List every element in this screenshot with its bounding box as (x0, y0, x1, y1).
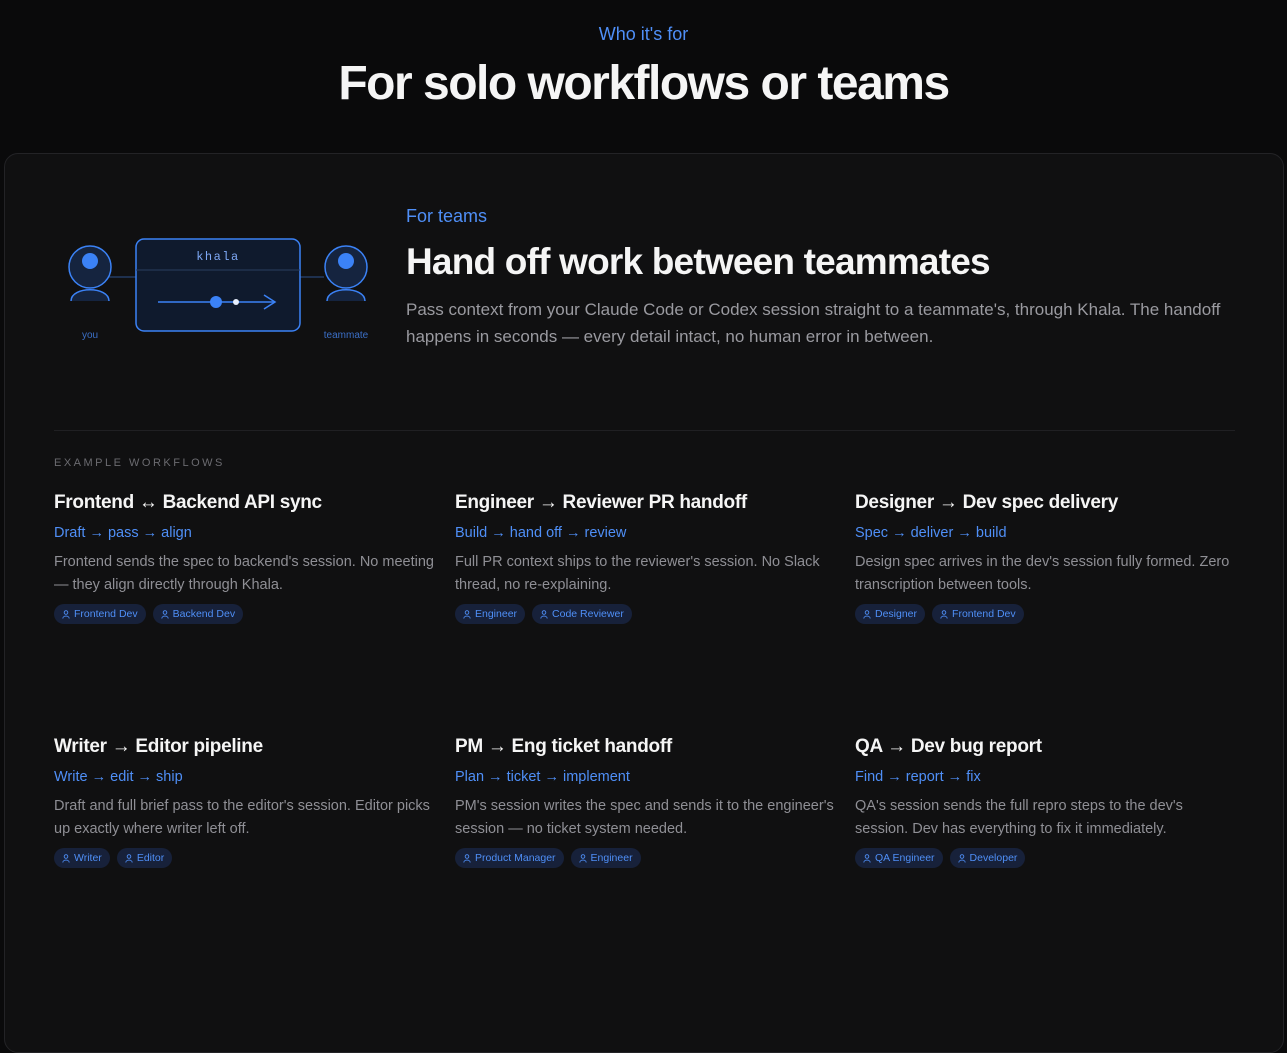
examples-label: EXAMPLE WORKFLOWS (54, 457, 225, 469)
hero-description: Pass context from your Claude Code or Co… (406, 300, 1221, 346)
role-tag: Designer (855, 604, 926, 624)
workflow-title: Engineer → Reviewer PR handoff (455, 492, 747, 513)
teammate-avatar-icon (324, 245, 368, 302)
workflow-card: Designer → Dev spec delivery Spec → deli… (855, 492, 1235, 624)
workflow-steps: Write → edit → ship (54, 769, 183, 785)
workflow-tags: Writer Editor (54, 848, 434, 868)
workflow-steps: Spec → deliver → build (855, 525, 1007, 541)
workflow-description: QA's session sends the full repro steps … (855, 798, 1183, 837)
workflow-tags: Designer Frontend Dev (855, 604, 1235, 624)
workflow-card: QA → Dev bug report Find → report → fix … (855, 736, 1235, 868)
workflow-tags: Product Manager Engineer (455, 848, 835, 868)
role-tag: Frontend Dev (932, 604, 1024, 624)
workflow-title: PM → Eng ticket handoff (455, 736, 672, 757)
role-tag: Engineer (570, 848, 641, 868)
workflow-title: Writer → Editor pipeline (54, 736, 263, 757)
teams-card: khala you teammate For teams Hand off wo… (4, 153, 1284, 1053)
role-tag: Product Manager (455, 848, 564, 868)
role-tag: QA Engineer (855, 848, 943, 868)
workflow-description: Design spec arrives in the dev's session… (855, 554, 1230, 593)
role-tag: Code Reviewer (532, 604, 632, 624)
workflow-description: PM's session writes the spec and sends i… (455, 798, 834, 837)
workflow-title: Frontend ↔ Backend API sync (54, 492, 322, 513)
user-icon (62, 853, 70, 863)
role-tag: Developer (949, 848, 1026, 868)
role-tag: Backend Dev (152, 604, 244, 624)
hero-text: For teams Hand off work between teammate… (406, 206, 1236, 350)
workflow-card: PM → Eng ticket handoff Plan → ticket → … (455, 736, 835, 868)
section-eyebrow: Who it's for (598, 24, 689, 44)
user-icon (463, 853, 471, 863)
workflow-tags: Engineer Code Reviewer (455, 604, 835, 624)
workflow-steps: Plan → ticket → implement (455, 769, 630, 785)
you-avatar-icon (68, 245, 112, 302)
workflow-title: Designer → Dev spec delivery (855, 492, 1119, 513)
role-tag: Engineer (455, 604, 526, 624)
user-icon (940, 609, 948, 619)
role-tag: Editor (116, 848, 173, 868)
workflow-steps: Build → hand off → review (455, 525, 627, 541)
role-tag: Writer (54, 848, 110, 868)
user-icon (957, 853, 966, 863)
workflow-tags: Frontend Dev Backend Dev (54, 604, 434, 624)
workflow-card: Writer → Editor pipeline Write → edit → … (54, 736, 434, 868)
user-icon (62, 609, 70, 619)
workflow-steps: Draft → pass → align (54, 525, 192, 541)
workflow-description: Full PR context ships to the reviewer's … (455, 554, 820, 593)
user-icon (160, 609, 169, 619)
user-icon (863, 853, 871, 863)
role-tag: Frontend Dev (54, 604, 146, 624)
workflow-tags: QA Engineer Developer (855, 848, 1235, 868)
khala-box-label: khala (196, 250, 240, 264)
hero-eyebrow: For teams (406, 206, 488, 226)
workflow-description: Draft and full brief pass to the editor'… (54, 798, 430, 837)
hero-title: Hand off work between teammates (406, 241, 991, 282)
user-icon (540, 609, 548, 619)
workflow-title: QA → Dev bug report (855, 736, 1042, 757)
workflow-card: Frontend ↔ Backend API sync Draft → pass… (54, 492, 434, 624)
workflow-description: Frontend sends the spec to backend's ses… (54, 554, 434, 593)
user-icon (463, 609, 471, 619)
user-icon (125, 853, 133, 863)
handoff-illustration: khala you teammate (57, 234, 377, 344)
user-icon (863, 609, 871, 619)
workflow-steps: Find → report → fix (855, 769, 981, 785)
user-icon (578, 853, 587, 863)
you-label: you (82, 330, 98, 341)
section-title: For solo workflows or teams (338, 57, 950, 110)
divider (54, 430, 1235, 431)
teammate-label: teammate (324, 330, 369, 341)
workflow-card: Engineer → Reviewer PR handoff Build → h… (455, 492, 835, 624)
